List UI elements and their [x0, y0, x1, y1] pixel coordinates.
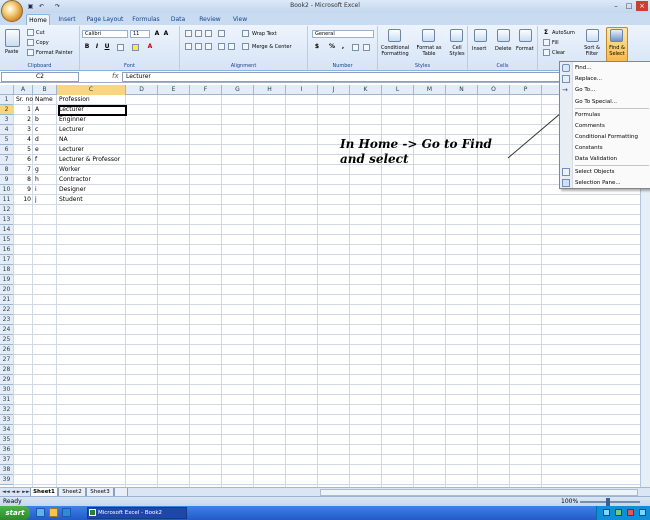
start-button[interactable]: start: [0, 506, 30, 520]
sheet-tab-bar: ◄◄ ◄ ► ►► Sheet1 Sheet2 Sheet3: [0, 487, 650, 497]
quick-launch-icon[interactable]: [49, 508, 58, 517]
menu-item-find[interactable]: Find...: [575, 63, 592, 73]
tray-icon[interactable]: [615, 509, 622, 516]
zoom-slider[interactable]: [580, 501, 640, 503]
tray-icon[interactable]: [603, 509, 610, 516]
zoom-slider-thumb[interactable]: [606, 498, 610, 506]
quick-launch-icon[interactable]: [62, 508, 71, 517]
goto-arrow-icon: →: [562, 86, 568, 94]
find-select-menu: Find... Replace... → Go To... Go To Spec…: [559, 61, 650, 189]
menu-item-conditional-formatting[interactable]: Conditional Formatting: [575, 132, 638, 142]
quick-launch-icon[interactable]: [36, 508, 45, 517]
menu-item-replace[interactable]: Replace...: [575, 74, 602, 84]
windows-taskbar: start Microsoft Excel - Book2: [0, 506, 650, 520]
tray-icon[interactable]: [627, 509, 634, 516]
taskbar-excel-label: Microsoft Excel - Book2: [98, 510, 163, 516]
find-icon: [562, 64, 570, 72]
select-objects-icon: [562, 168, 570, 176]
tray-icon[interactable]: [639, 509, 646, 516]
menu-item-goto-special[interactable]: Go To Special...: [575, 97, 617, 107]
taskbar-excel-button[interactable]: Microsoft Excel - Book2: [87, 507, 187, 519]
menu-separator: [575, 165, 649, 166]
replace-icon: [562, 75, 570, 83]
office-button[interactable]: [1, 0, 23, 22]
horizontal-scrollbar[interactable]: [320, 489, 638, 496]
menu-item-selection-pane[interactable]: Selection Pane...: [575, 178, 621, 188]
menu-item-formulas[interactable]: Formulas: [575, 110, 600, 120]
menu-item-select-objects[interactable]: Select Objects: [575, 167, 615, 177]
menu-item-goto[interactable]: Go To...: [575, 85, 595, 95]
menu-item-data-validation[interactable]: Data Validation: [575, 154, 617, 164]
excel-icon: [89, 509, 96, 516]
status-bar: Ready 100%: [0, 496, 650, 506]
menu-item-constants[interactable]: Constants: [575, 143, 603, 153]
system-tray: [596, 506, 650, 520]
annotation-arrow: [507, 67, 615, 159]
selection-pane-icon: [562, 179, 570, 187]
menu-item-comments[interactable]: Comments: [575, 121, 605, 131]
menu-separator: [575, 108, 649, 109]
